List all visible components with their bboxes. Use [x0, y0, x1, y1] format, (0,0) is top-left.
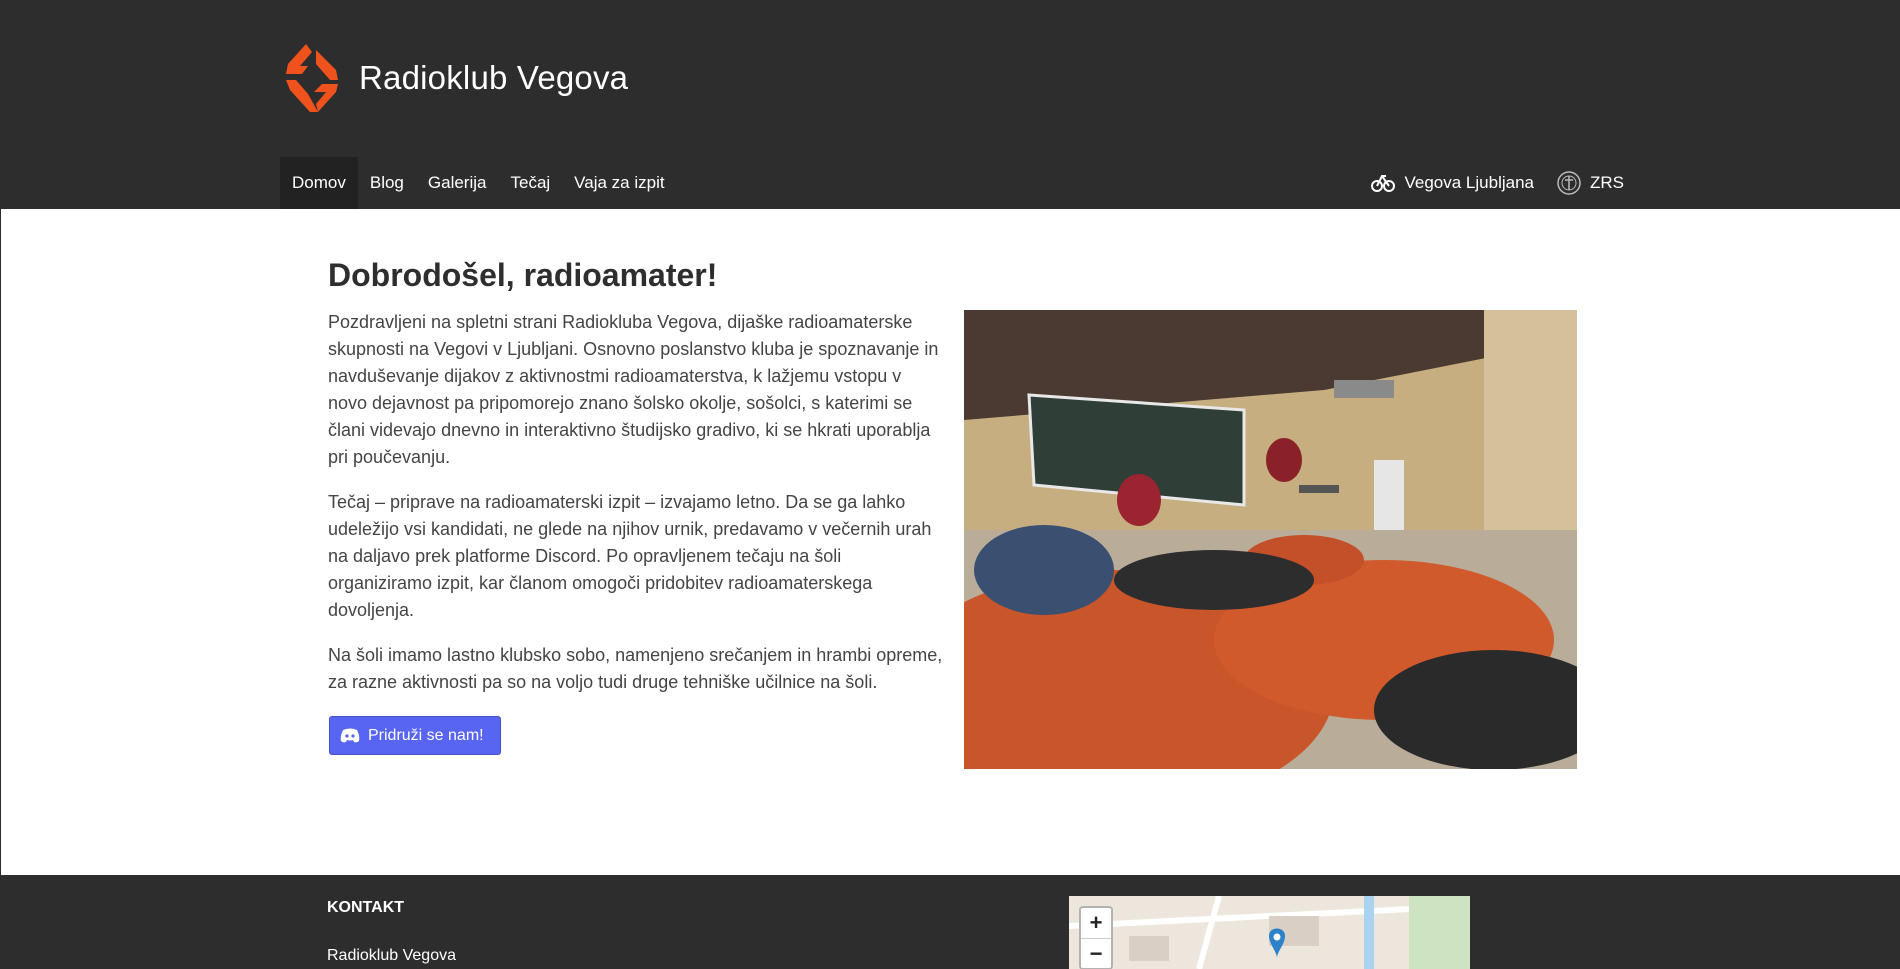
nav-item-vaja-za-izpit[interactable]: Vaja za izpit [562, 157, 676, 209]
site-footer: KONTAKT Radioklub Vegova + − [0, 875, 1900, 969]
vegova-logo-icon [1371, 175, 1396, 192]
page-title: Dobrodošel, radioamater! [328, 257, 718, 293]
join-button-label: Pridruži se nam! [368, 726, 484, 744]
main-nav: Domov Blog Galerija Tečaj Vaja za izpit [280, 157, 677, 209]
brand[interactable]: Radioklub Vegova [282, 44, 628, 112]
footer-club-name: Radioklub Vegova [327, 947, 456, 964]
discord-icon [340, 728, 360, 743]
map-zoom-in-button[interactable]: + [1081, 908, 1111, 938]
external-links: Vegova Ljubljana ZRS [1348, 157, 1624, 209]
nav-item-domov[interactable]: Domov [280, 157, 358, 209]
link-zrs[interactable]: ZRS [1556, 169, 1624, 197]
radioklub-logo-icon [286, 44, 338, 112]
link-vegova-label: Vegova Ljubljana [1404, 173, 1534, 192]
intro-text: Pozdravljeni na spletni strani Radioklub… [328, 309, 943, 714]
intro-paragraph-3: Na šoli imamo lastno klubsko sobo, namen… [328, 645, 943, 692]
link-zrs-label: ZRS [1590, 173, 1624, 192]
zrs-emblem-icon [1557, 171, 1581, 195]
map-zoom-control: + − [1079, 906, 1113, 969]
intro-paragraph-1: Pozdravljeni na spletni strani Radioklub… [328, 312, 939, 467]
link-vegova-ljubljana[interactable]: Vegova Ljubljana [1370, 173, 1534, 193]
site-header: Radioklub Vegova Domov Blog Galerija Teč… [0, 0, 1900, 209]
main-content: Dobrodošel, radioamater! Pozdravljeni na… [0, 209, 1900, 875]
club-room-photo [964, 310, 1577, 769]
join-discord-button[interactable]: Pridruži se nam! [329, 716, 501, 755]
map-zoom-out-button[interactable]: − [1081, 938, 1111, 968]
site-title: Radioklub Vegova [359, 59, 629, 96]
intro-paragraph-2: Tečaj – priprave na radioamaterski izpit… [328, 492, 932, 620]
nav-item-blog[interactable]: Blog [358, 157, 416, 209]
nav-item-tecaj[interactable]: Tečaj [498, 157, 562, 209]
location-map[interactable]: + − [1069, 896, 1470, 969]
nav-item-galerija[interactable]: Galerija [416, 157, 499, 209]
footer-heading: KONTAKT [327, 899, 405, 916]
